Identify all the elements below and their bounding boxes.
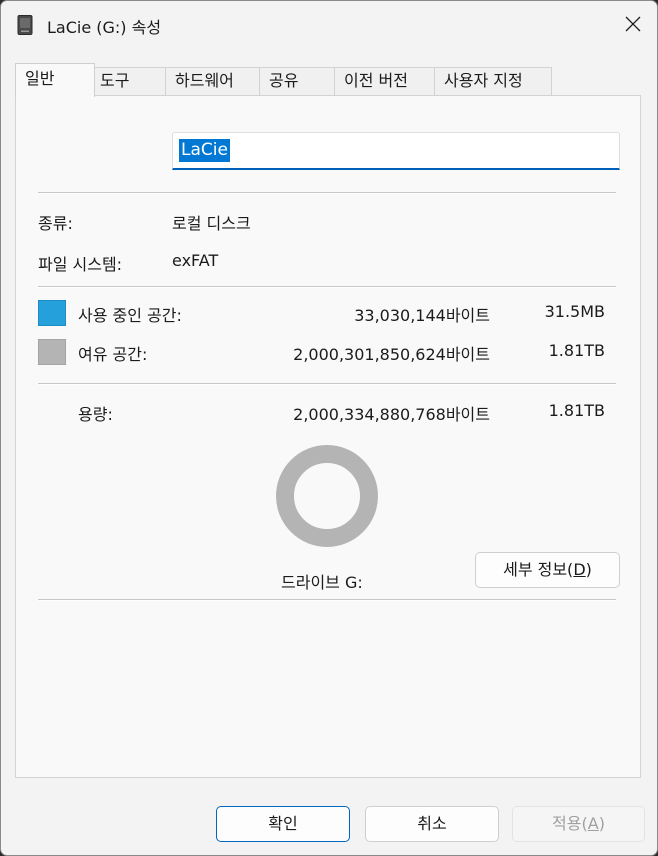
ok-button[interactable]: 확인 <box>216 806 350 842</box>
title-bar: LaCie (G:) 속성 <box>1 1 657 49</box>
details-button-mnemonic: D <box>573 560 586 579</box>
free-space-size: 1.81TB <box>548 341 605 360</box>
volume-name-input[interactable]: LaCie <box>172 132 620 170</box>
tab-hardware[interactable]: 하드웨어 <box>165 67 260 95</box>
free-space-label: 여유 공간: <box>78 345 148 364</box>
usage-donut-chart <box>276 445 378 547</box>
apply-button-close: ) <box>598 814 605 833</box>
tab-previous-versions[interactable]: 이전 버전 <box>334 67 435 95</box>
drive-label: 드라이브 G: <box>281 573 363 592</box>
details-button-close: ) <box>585 560 592 579</box>
capacity-size: 1.81TB <box>548 401 605 420</box>
apply-button[interactable]: 적용(A) <box>512 806 645 842</box>
properties-dialog: LaCie (G:) 속성 일반 도구 하드웨어 공유 이전 버전 사용자 지정… <box>0 0 658 856</box>
details-button-text: 세부 정보( <box>503 560 574 579</box>
used-space-swatch <box>38 300 66 326</box>
used-space-size: 31.5MB <box>544 302 605 321</box>
volume-name-text: LaCie <box>179 139 230 162</box>
type-value: 로컬 디스크 <box>172 214 251 233</box>
window-title: LaCie (G:) 속성 <box>47 18 162 37</box>
filesystem-label: 파일 시스템: <box>38 255 123 274</box>
drive-icon <box>17 15 33 35</box>
used-space-label: 사용 중인 공간: <box>78 306 182 325</box>
tab-sharing[interactable]: 공유 <box>259 67 335 95</box>
separator <box>38 192 616 194</box>
used-space-bytes: 33,030,144바이트 <box>354 306 490 325</box>
free-space-swatch <box>38 339 66 365</box>
separator <box>38 286 616 288</box>
close-icon <box>625 16 641 32</box>
tab-tools[interactable]: 도구 <box>90 67 166 95</box>
apply-button-mnemonic: A <box>587 814 599 833</box>
cancel-button[interactable]: 취소 <box>365 806 499 842</box>
capacity-label: 용량: <box>78 405 113 424</box>
close-button[interactable] <box>609 1 657 47</box>
filesystem-value: exFAT <box>172 251 219 270</box>
general-panel <box>15 95 641 778</box>
type-label: 종류: <box>38 214 73 233</box>
tab-strip: 일반 도구 하드웨어 공유 이전 버전 사용자 지정 <box>15 63 635 97</box>
free-space-bytes: 2,000,301,850,624바이트 <box>293 345 490 364</box>
apply-button-text: 적용( <box>552 814 588 833</box>
free-space-ring <box>276 445 378 547</box>
details-button[interactable]: 세부 정보(D) <box>475 552 620 588</box>
separator <box>38 599 616 601</box>
capacity-bytes: 2,000,334,880,768바이트 <box>293 405 490 424</box>
tab-general[interactable]: 일반 <box>15 63 95 97</box>
tab-customize[interactable]: 사용자 지정 <box>434 67 552 95</box>
separator <box>38 383 616 385</box>
